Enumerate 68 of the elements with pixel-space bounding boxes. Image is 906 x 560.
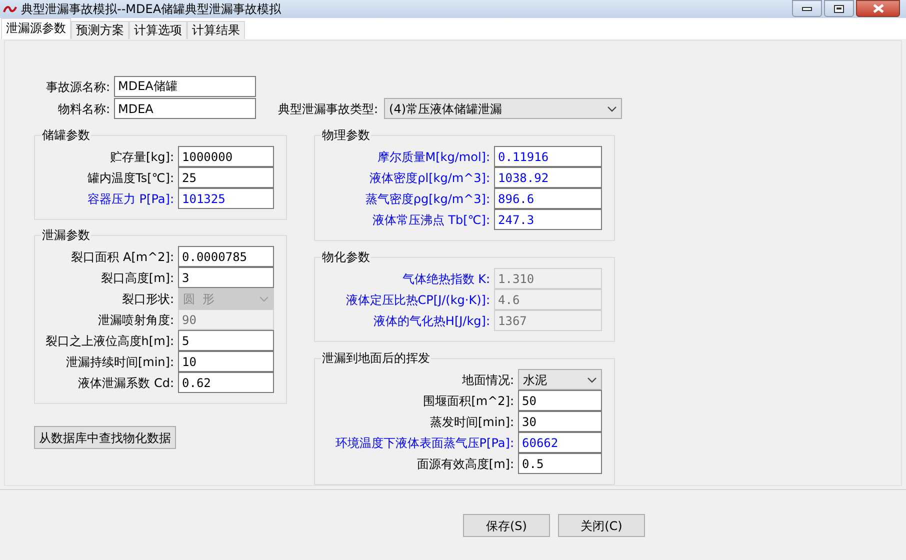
field-label: 裂口高度[m]: <box>100 270 174 286</box>
input-field[interactable]: 30 <box>518 411 602 432</box>
input-field[interactable]: 0.62 <box>178 372 274 393</box>
input-field[interactable]: 60662 <box>518 432 602 453</box>
input-field[interactable]: 1038.92 <box>494 167 602 188</box>
input-field[interactable]: 896.6 <box>494 188 602 209</box>
close-button[interactable] <box>856 0 900 17</box>
group-title: 物化参数 <box>321 249 371 265</box>
field-label: 液体的气化热H[J/kg]: <box>373 312 490 330</box>
input-field[interactable]: 0.11916 <box>494 146 602 167</box>
field-label: 裂口形状: <box>122 290 174 308</box>
input-field[interactable]: 25 <box>178 167 274 188</box>
minimize-icon <box>802 6 812 10</box>
input-field[interactable]: MDEA储罐 <box>114 76 256 97</box>
group-title: 物理参数 <box>321 127 371 143</box>
field-label: 液体密度ρl[kg/m^3]: <box>370 170 490 186</box>
tab[interactable]: 预测方案 <box>71 21 129 39</box>
dropdown[interactable]: (4)常压液体储罐泄漏 <box>384 98 622 119</box>
input-field[interactable]: 0.5 <box>518 453 602 474</box>
input-field[interactable]: 50 <box>518 390 602 411</box>
window-title: 典型泄漏事故模拟--MDEA储罐典型泄漏事故模拟 <box>21 1 282 17</box>
input-field[interactable]: 5 <box>178 330 274 351</box>
field-label: 液体泄漏系数 Cd: <box>78 374 174 392</box>
app-logo-icon <box>3 4 17 14</box>
input-field[interactable]: 247.3 <box>494 209 602 230</box>
input-field[interactable]: MDEA <box>114 98 256 119</box>
tab[interactable]: 计算结果 <box>187 21 245 39</box>
dialog-button[interactable]: 保存(S) <box>463 514 550 537</box>
field-label: 地面情况: <box>462 372 514 388</box>
group-title: 泄漏到地面后的挥发 <box>321 350 431 366</box>
field-label: 裂口之上液位高度h[m]: <box>45 332 174 350</box>
field-label: 蒸发时间[min]: <box>430 414 514 430</box>
field-label: 面源有效高度[m]: <box>416 456 514 472</box>
input-field[interactable]: 3 <box>178 267 274 288</box>
field-label: 气体绝热指数 K: <box>402 270 490 288</box>
field-label: 摩尔质量M[kg/mol]: <box>377 148 490 166</box>
field-label: 环境温度下液体表面蒸气压P[Pa]: <box>335 434 514 452</box>
field-label: 蒸气密度ρg[kg/m^3]: <box>365 190 490 208</box>
field-label: 裂口面积 A[m^2]: <box>71 248 174 266</box>
field-label: 物料名称: <box>58 100 110 118</box>
group-title: 泄漏参数 <box>41 227 91 243</box>
field-label: 围堰面积[m^2]: <box>423 392 514 410</box>
field-label: 泄漏喷射角度: <box>98 312 174 328</box>
chevron-down-icon <box>259 296 269 302</box>
chevron-down-icon <box>587 376 597 382</box>
maximize-icon <box>834 4 844 12</box>
tab[interactable]: 计算选项 <box>129 21 187 39</box>
input-field[interactable]: 101325 <box>178 188 274 209</box>
chevron-down-icon <box>607 106 618 112</box>
field-label: 液体定压比热CP[J/(kg·K)]: <box>346 292 490 308</box>
field-label: 贮存量[kg]: <box>110 148 174 166</box>
field-label: 容器压力 P[Pa]: <box>87 190 174 208</box>
field-label: 事故源名称: <box>46 78 110 96</box>
lookup-button[interactable]: 从数据库中查找物化数据 <box>34 426 176 449</box>
input-field[interactable]: 0.0000785 <box>178 246 274 267</box>
close-icon <box>872 4 884 13</box>
dropdown[interactable]: 水泥 <box>518 369 602 390</box>
tab[interactable]: 泄漏源参数 <box>1 18 71 39</box>
field-label: 典型泄漏事故类型: <box>278 100 378 118</box>
maximize-button[interactable] <box>824 0 854 17</box>
field-label: 液体常压沸点 Tb[℃]: <box>372 212 490 228</box>
dialog-button[interactable]: 关闭(C) <box>558 514 645 537</box>
field-label: 罐内温度Ts[℃]: <box>88 170 174 186</box>
minimize-button[interactable] <box>792 0 822 17</box>
field-label: 泄漏持续时间[min]: <box>66 354 174 370</box>
input-field[interactable]: 1000000 <box>178 146 274 167</box>
input-field[interactable]: 10 <box>178 351 274 372</box>
group-title: 储罐参数 <box>41 127 91 143</box>
